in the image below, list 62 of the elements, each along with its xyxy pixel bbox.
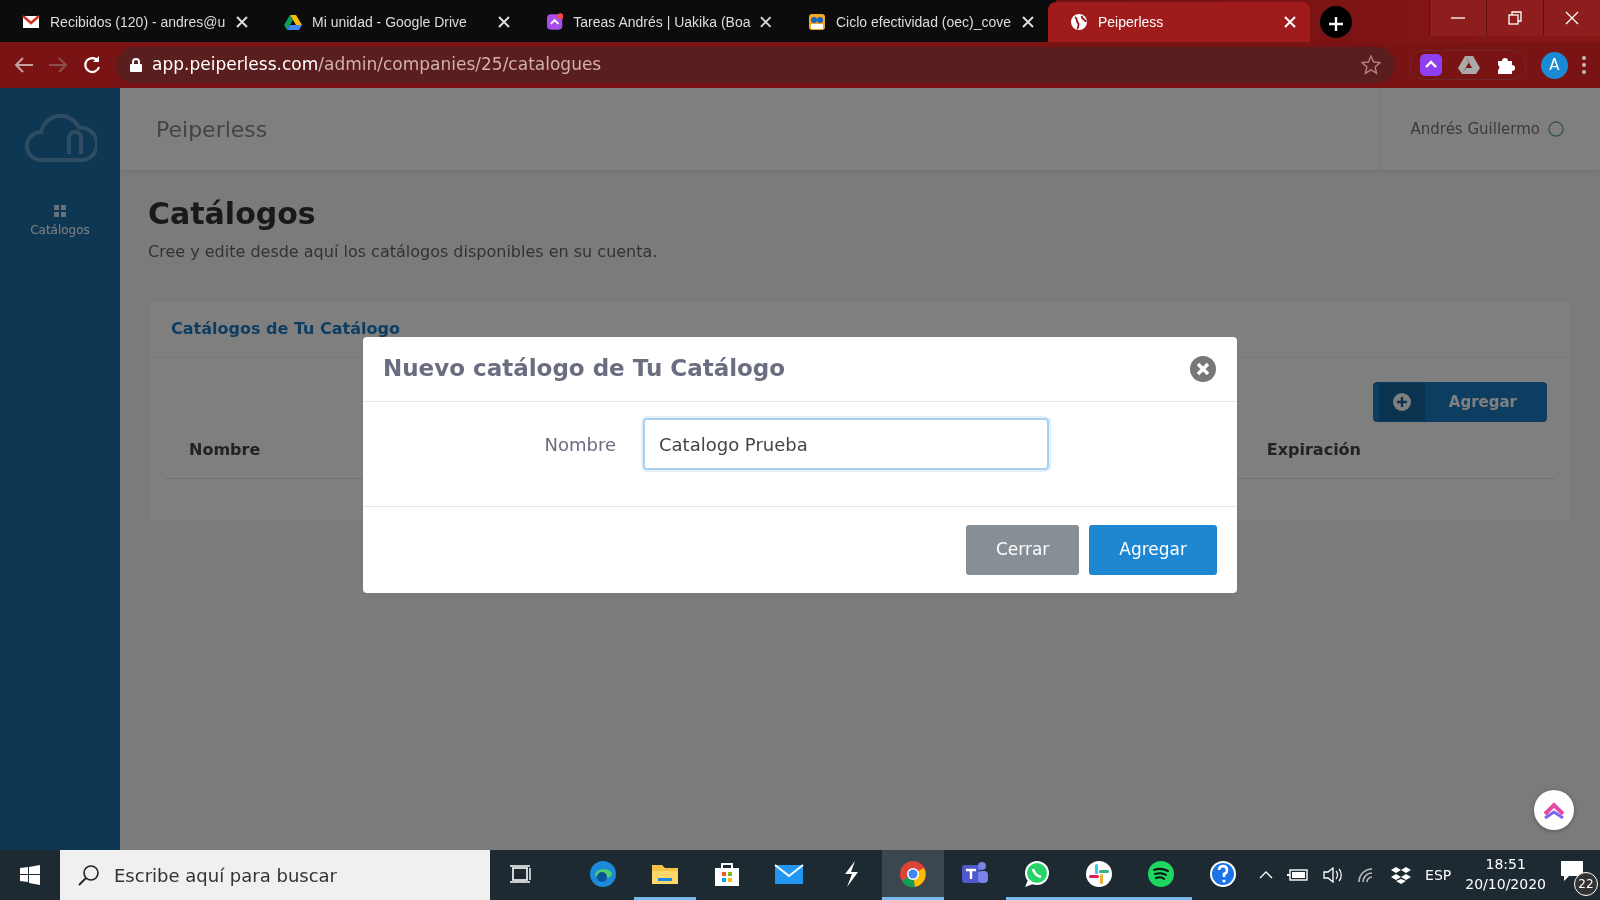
- restore-button[interactable]: [1486, 0, 1543, 36]
- close-icon: [1565, 11, 1579, 25]
- reload-icon[interactable]: [82, 55, 102, 75]
- browser-icon: [588, 858, 618, 889]
- globe-icon: [1070, 13, 1088, 31]
- browser-tab[interactable]: Peiperless: [1048, 2, 1310, 42]
- address-bar[interactable]: app.peiperless.com/admin/companies/25/catalogues: [116, 47, 1395, 83]
- volume-icon[interactable]: [1323, 867, 1344, 883]
- column-header: Expiración: [1266, 439, 1361, 461]
- close-icon[interactable]: [760, 16, 772, 28]
- browser-tab[interactable]: Mi unidad - Google Drive: [262, 2, 524, 42]
- people-icon: [808, 13, 826, 31]
- minimize-icon: [1451, 17, 1465, 19]
- clock[interactable]: 18:51 20/10/2020: [1465, 855, 1546, 895]
- envelope-icon: [22, 13, 40, 31]
- page-subtitle: Cree y edite desde aquí los catálogos disponibles en su cuenta.: [148, 241, 659, 263]
- notification-count: 22: [1574, 872, 1598, 896]
- chat-bubble-icon: [1022, 858, 1052, 889]
- restore-icon: [1508, 11, 1522, 25]
- close-icon[interactable]: [236, 16, 248, 28]
- language-indicator[interactable]: ESP: [1425, 864, 1452, 886]
- hash-logo-icon: [1084, 858, 1114, 889]
- windows-icon: [20, 865, 40, 885]
- search-icon: [78, 864, 100, 886]
- close-icon[interactable]: [1022, 16, 1034, 28]
- close-button[interactable]: [1543, 0, 1600, 36]
- grid-icon: [54, 205, 66, 217]
- menu-icon[interactable]: [1582, 56, 1586, 74]
- browser-tab[interactable]: Ciclo efectividad (oec)_cove: [786, 2, 1048, 42]
- page-title: Catálogos: [148, 196, 317, 232]
- triangle-icon[interactable]: [1458, 55, 1480, 75]
- task-view-icon: [510, 863, 532, 884]
- name-field[interactable]: Catalogo Prueba: [643, 418, 1049, 470]
- app-brand: Peiperless: [156, 115, 268, 144]
- extension-icon[interactable]: [1420, 54, 1442, 76]
- help-icon: [1208, 858, 1238, 889]
- star-icon[interactable]: [1361, 55, 1381, 75]
- cloud-logo-icon: [23, 112, 97, 164]
- plus-icon: [1329, 16, 1343, 31]
- close-icon[interactable]: [498, 16, 510, 28]
- browser-icon: [898, 858, 928, 889]
- checklist-icon: [546, 13, 564, 31]
- browser-tab[interactable]: Recibidos (120) - andres@u: [0, 2, 262, 42]
- new-tab-button[interactable]: [1320, 6, 1352, 38]
- triangle-icon: [284, 13, 302, 31]
- column-header: Nombre: [189, 439, 261, 461]
- modal-title: Nuevo catálogo de Tu Catálogo: [383, 355, 786, 383]
- add-button[interactable]: Agregar: [1089, 525, 1217, 575]
- chevron-up-icon[interactable]: [1259, 871, 1274, 879]
- floating-app-button[interactable]: [1534, 790, 1574, 830]
- url-text[interactable]: app.peiperless.com/admin/companies/25/catalogues: [152, 52, 602, 78]
- browser-tab[interactable]: Tareas Andrés | Uakika (Boa: [524, 2, 786, 42]
- profile-avatar[interactable]: A: [1541, 51, 1568, 79]
- lock-icon: [130, 58, 142, 72]
- search-field[interactable]: Escribe aquí para buscar: [60, 850, 490, 900]
- field-label: Nombre: [543, 432, 617, 457]
- back-icon[interactable]: [14, 56, 34, 74]
- battery-icon[interactable]: [1287, 868, 1310, 882]
- dropbox-icon[interactable]: [1391, 866, 1412, 884]
- plus-circle-icon: [1392, 393, 1411, 411]
- audio-waves-icon: [1146, 858, 1176, 889]
- puzzle-icon[interactable]: [1496, 55, 1516, 75]
